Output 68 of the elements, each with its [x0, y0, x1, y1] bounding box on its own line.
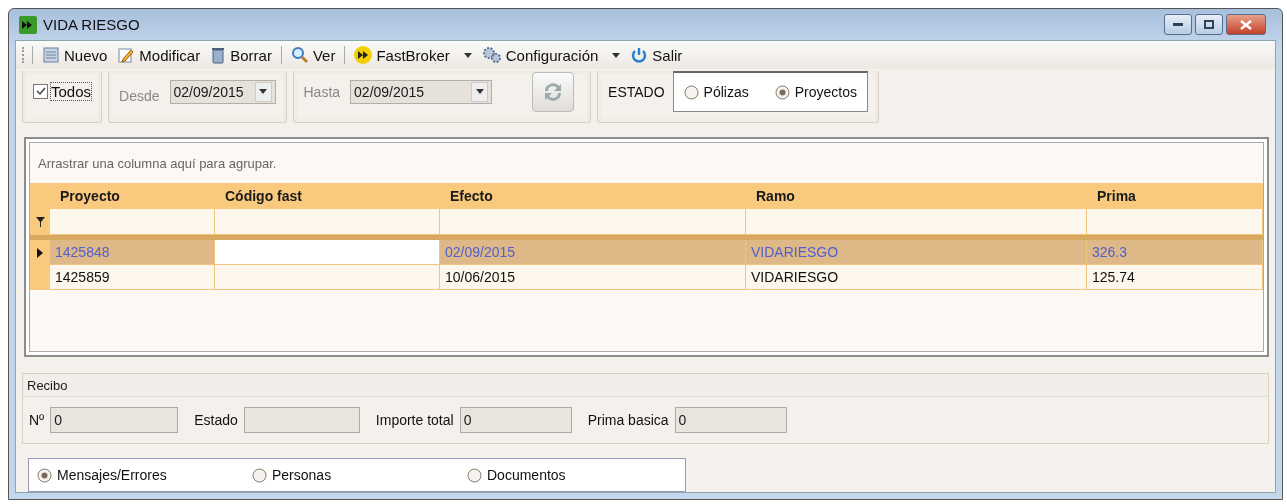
caret-icon [259, 89, 267, 94]
close-icon [1240, 19, 1252, 30]
toolbar-button[interactable]: Ver [287, 44, 339, 66]
minimize-icon [1173, 22, 1183, 27]
text-field[interactable]: 0 [674, 407, 787, 433]
group-hint: Arrastrar una columna aquí para agrupar. [37, 154, 278, 173]
pencil-icon [117, 46, 136, 64]
text-field[interactable]: 0 [50, 407, 179, 433]
radio-option[interactable]: Proyectos [774, 84, 857, 100]
maximize-button[interactable] [1195, 14, 1223, 35]
toolbar-dropdown[interactable]: FastBroker [351, 44, 475, 66]
field-label: Desde [119, 87, 160, 104]
close-button[interactable] [1226, 14, 1266, 35]
app-logo-icon [19, 15, 37, 34]
field-label: Hasta [303, 83, 341, 100]
field-label: Importe total [375, 412, 454, 428]
radio-option[interactable]: Pólizas [683, 84, 749, 100]
filter-cell[interactable] [215, 209, 440, 235]
table-cell: 326.3 [1087, 240, 1263, 265]
column-header[interactable]: Código fast [215, 183, 440, 209]
table-cell: VIDARIESGO [746, 265, 1087, 290]
fast-forward-icon [354, 46, 373, 64]
field-label: Nº [29, 412, 45, 428]
caret-icon [475, 89, 484, 94]
table-cell: 02/09/2015 [440, 240, 746, 265]
radio-option[interactable]: Personas [252, 467, 467, 483]
trash-icon [210, 46, 227, 64]
text-field[interactable] [243, 407, 360, 433]
field-label: Prima basica [587, 412, 669, 428]
search-icon [290, 46, 309, 64]
toolbar-button[interactable]: Salir [627, 44, 686, 66]
date-field[interactable]: 02/09/2015 [350, 79, 493, 104]
field-label: Estado [194, 412, 238, 428]
maximize-icon [1204, 20, 1214, 29]
toolbar-button[interactable]: Borrar [207, 44, 275, 66]
minimize-button[interactable] [1164, 14, 1192, 35]
row-indicator-icon [37, 247, 43, 258]
table-cell: VIDARIESGO [746, 240, 1087, 265]
filter-cell[interactable] [1087, 209, 1263, 235]
column-header[interactable]: Efecto [440, 183, 746, 209]
filter-cell[interactable] [440, 209, 746, 235]
toolbar-button[interactable]: Modificar [114, 44, 204, 66]
filter-icon [35, 217, 45, 227]
filter-cell[interactable] [746, 209, 1087, 235]
panel-title: Recibo [27, 377, 68, 393]
table-cell: 125.74 [1087, 265, 1263, 290]
date-field[interactable]: 02/09/2015 [169, 79, 276, 104]
table-cell: 1425848 [50, 240, 215, 265]
power-icon [630, 46, 649, 64]
radio-option[interactable]: Mensajes/Errores [37, 467, 252, 483]
column-header[interactable]: Ramo [746, 183, 1087, 209]
toolbar-dropdown[interactable]: Configuración [478, 44, 624, 66]
refresh-button[interactable] [532, 71, 575, 112]
text-field[interactable]: 0 [459, 407, 572, 433]
radio-option[interactable]: Documentos [467, 467, 667, 483]
field-label: ESTADO [608, 83, 665, 100]
gears-icon [481, 46, 502, 64]
column-header[interactable]: Prima [1087, 183, 1263, 209]
table-cell: 10/06/2015 [440, 265, 746, 290]
table-cell: 1425859 [50, 265, 215, 290]
column-header[interactable]: Proyecto [50, 183, 215, 209]
todos-checkbox[interactable]: Todos [33, 83, 92, 100]
filter-cell[interactable] [50, 209, 215, 235]
window-title: VIDA RIESGO [43, 16, 140, 33]
toolbar-button[interactable]: Nuevo [39, 44, 111, 66]
document-icon [42, 46, 60, 64]
caret-icon [612, 52, 621, 58]
caret-icon [463, 52, 472, 58]
